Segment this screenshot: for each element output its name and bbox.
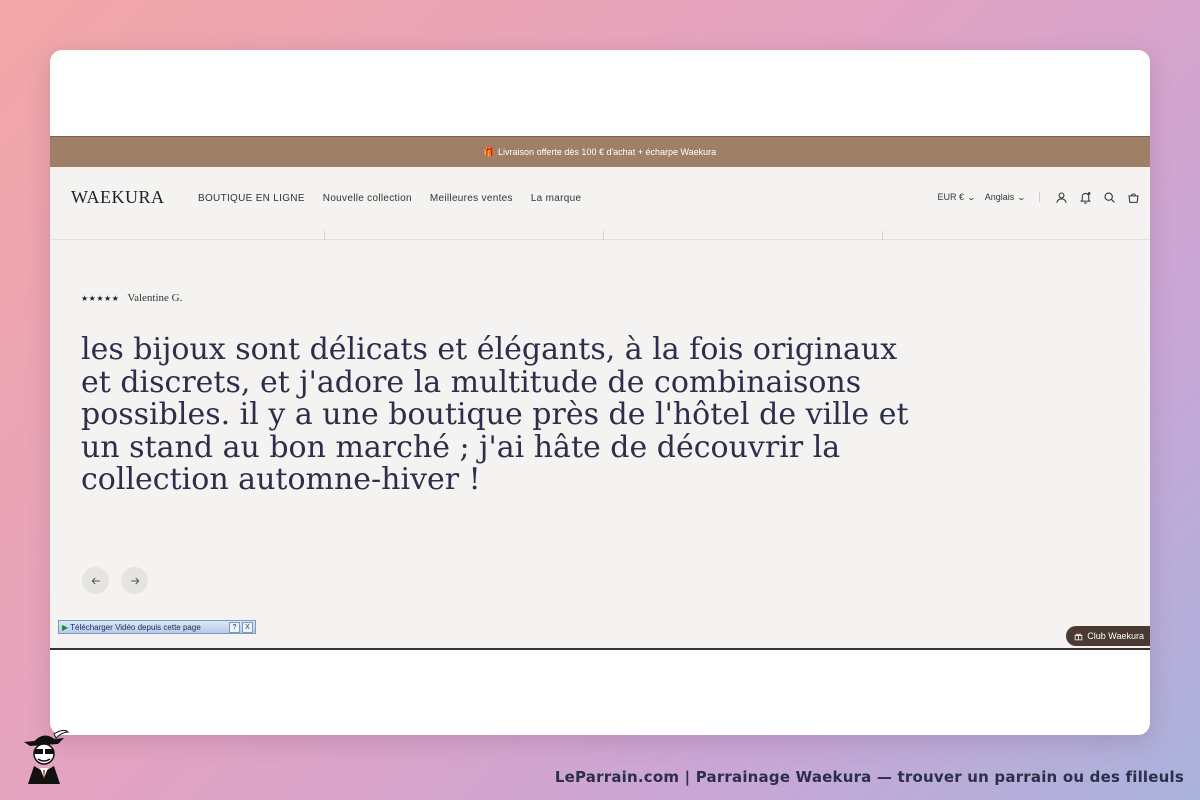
close-icon[interactable]: X	[242, 621, 253, 633]
video-download-toolbar: ▶ Télécharger Vidéo depuis cette page ? …	[58, 620, 256, 634]
nav-meilleures-ventes[interactable]: Meilleures ventes	[430, 193, 513, 204]
brand-logo[interactable]: WAEKURA	[71, 187, 165, 208]
leparrain-mascot-logo	[24, 729, 70, 784]
announcement-bar: 🎁 Livraison offerte dès 100 € d'achat + …	[50, 136, 1150, 167]
arrow-right-icon	[130, 577, 139, 584]
review-meta: ★★★★★ Valentine G.	[81, 292, 182, 304]
header-divider-tick	[324, 231, 325, 240]
notification-bell-icon[interactable]	[1078, 190, 1092, 204]
account-icon[interactable]	[1054, 190, 1068, 204]
header-divider-tick	[603, 231, 604, 240]
review-quote: les bijoux sont délicats et élégants, à …	[81, 332, 909, 497]
gift-icon	[1075, 632, 1083, 640]
reviewer-name: Valentine G.	[127, 292, 183, 304]
currency-selector[interactable]: EUR € ⌄	[937, 192, 977, 202]
play-icon: ▶	[62, 622, 69, 632]
cart-icon[interactable]	[1126, 190, 1140, 204]
header-divider-tick	[882, 231, 883, 240]
browser-screenshot-card: 🎁 Livraison offerte dès 100 € d'achat + …	[50, 50, 1150, 735]
nav-nouvelle-collection[interactable]: Nouvelle collection	[323, 193, 412, 204]
nav-boutique-en-ligne[interactable]: BOUTIQUE EN LIGNE	[198, 193, 305, 204]
carousel-controls	[82, 567, 148, 594]
main-nav: BOUTIQUE EN LIGNE Nouvelle collection Me…	[198, 193, 581, 204]
page-caption: LeParrain.com | Parrainage Waekura — tro…	[554, 768, 1184, 786]
announcement-text: Livraison offerte dès 100 € d'achat + éc…	[498, 147, 717, 157]
gift-icon: 🎁	[483, 146, 496, 157]
next-button[interactable]	[121, 567, 148, 594]
waekura-website: 🎁 Livraison offerte dès 100 € d'achat + …	[50, 136, 1150, 650]
nav-la-marque[interactable]: La marque	[531, 193, 582, 204]
divider	[1039, 192, 1040, 202]
site-header: WAEKURA BOUTIQUE EN LIGNE Nouvelle colle…	[50, 167, 1150, 240]
language-value: Anglais	[984, 192, 1015, 202]
star-rating: ★★★★★	[81, 293, 120, 303]
help-icon[interactable]: ?	[229, 621, 240, 633]
header-actions: EUR € ⌄ Anglais ⌄	[938, 190, 1140, 204]
search-icon[interactable]	[1102, 190, 1116, 204]
chevron-down-icon: ⌄	[1016, 192, 1027, 202]
previous-button[interactable]	[82, 567, 109, 594]
arrow-left-icon	[91, 577, 100, 584]
club-waekura-button[interactable]: Club Waekura	[1066, 626, 1150, 646]
language-selector[interactable]: Anglais ⌄	[984, 192, 1027, 202]
chevron-down-icon: ⌄	[966, 192, 977, 202]
download-video-button[interactable]: Télécharger Vidéo depuis cette page	[70, 623, 229, 632]
club-waekura-label: Club Waekura	[1087, 631, 1144, 641]
currency-value: EUR €	[937, 192, 965, 202]
